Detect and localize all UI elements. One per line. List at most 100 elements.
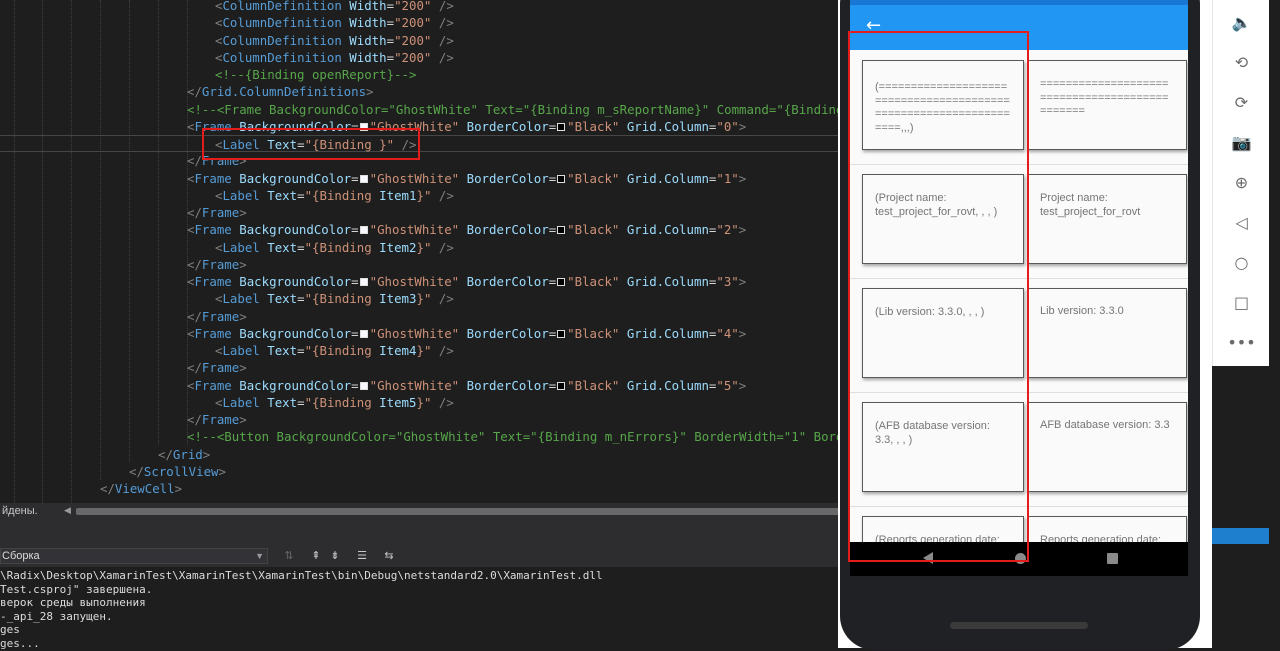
- code-line[interactable]: </Grid.ColumnDefinitions>: [0, 83, 374, 100]
- code-token: "{Binding: [304, 343, 380, 358]
- code-line[interactable]: <ColumnDefinition Width="200" />: [0, 14, 454, 31]
- word-wrap-icon[interactable]: ⇆: [382, 549, 396, 563]
- code-token: ColumnDefinition: [222, 15, 342, 31]
- prev-message-icon[interactable]: ⇞: [309, 549, 323, 563]
- code-line[interactable]: <ColumnDefinition Width="200" />: [0, 49, 454, 66]
- emulator-toolbar: 🔈 ⟲ ⟳ 📷 ⊕ ◁ ○ □ •••: [1212, 0, 1269, 366]
- horizontal-scrollbar[interactable]: [76, 508, 840, 515]
- code-token: />: [438, 32, 454, 48]
- code-line[interactable]: <Label Text="{Binding }" />: [0, 135, 840, 152]
- code-token: Frame: [201, 205, 240, 220]
- code-token: Label: [222, 343, 260, 358]
- code-token: >: [738, 170, 747, 186]
- report-cell[interactable]: AFB database version: 3.3: [1027, 402, 1187, 492]
- code-line[interactable]: <!--<Frame BackgroundColor="GhostWhite" …: [0, 101, 840, 118]
- code-token: >: [239, 256, 247, 272]
- code-token: Label: [222, 394, 260, 410]
- output-source-select[interactable]: Сборка ▼: [0, 548, 268, 564]
- code-token: Text: [267, 343, 298, 358]
- code-line[interactable]: <ColumnDefinition Width="200" />: [0, 32, 454, 49]
- code-line[interactable]: </Frame>: [0, 308, 247, 325]
- code-line[interactable]: <ColumnDefinition Width="200" />: [0, 0, 454, 14]
- scroll-left-icon[interactable]: ◀: [64, 505, 71, 516]
- code-token: Frame: [194, 377, 232, 393]
- code-line[interactable]: <Label Text="{Binding Item4}" />: [0, 342, 454, 359]
- report-cell[interactable]: Lib version: 3.3.0: [1027, 288, 1187, 378]
- code-token: "200": [394, 49, 432, 65]
- code-token: Width: [349, 32, 387, 48]
- code-line[interactable]: </Frame>: [0, 204, 247, 221]
- code-line[interactable]: <!--{Binding openReport}-->: [0, 66, 416, 83]
- code-token: }": [416, 343, 432, 358]
- code-token: "200": [394, 15, 432, 31]
- volume-icon[interactable]: 🔈: [1213, 8, 1270, 38]
- code-token: BorderColor: [466, 118, 549, 134]
- output-source-value: Сборка: [2, 550, 40, 562]
- report-cell[interactable]: ========================================…: [1027, 60, 1187, 150]
- code-line[interactable]: <Frame BackgroundColor= "GhostWhite" Bord…: [0, 221, 746, 238]
- code-token: Label: [222, 239, 260, 255]
- code-line[interactable]: </Frame>: [0, 359, 247, 376]
- overview-icon[interactable]: □: [1213, 288, 1270, 318]
- code-token: "3": [716, 274, 739, 289]
- output-line: верок среды выполнения: [0, 596, 146, 610]
- output-line: ges: [0, 623, 20, 637]
- code-line[interactable]: <Frame BackgroundColor= "GhostWhite" Bord…: [0, 377, 746, 394]
- code-line[interactable]: <Frame BackgroundColor= "GhostWhite" Bord…: [0, 325, 746, 342]
- code-line[interactable]: <!--<Button BackgroundColor="GhostWhite"…: [0, 428, 840, 445]
- code-token: <!--{Binding openReport}-->: [215, 67, 417, 82]
- code-token: BorderColor: [466, 274, 549, 289]
- code-token: Item3: [379, 291, 417, 307]
- output-line: ges...: [0, 637, 40, 650]
- code-line[interactable]: <Label Text="{Binding Item2}" />: [0, 239, 454, 256]
- code-token: "Black": [567, 377, 620, 393]
- code-line[interactable]: <Label Text="{Binding Item5}" />: [0, 394, 454, 411]
- code-token: }": [416, 187, 432, 203]
- code-token: >: [239, 360, 247, 376]
- clear-all-icon[interactable]: ☰: [355, 549, 369, 563]
- ide-background: [1269, 0, 1280, 648]
- code-line[interactable]: </Grid>: [0, 446, 210, 463]
- code-token: Frame: [201, 360, 240, 376]
- more-icon[interactable]: •••: [1213, 328, 1270, 358]
- color-swatch-icon: [557, 226, 566, 235]
- code-line[interactable]: <Label Text="{Binding Item3}" />: [0, 290, 454, 307]
- phone-status-bar: [850, 0, 1188, 5]
- code-editor[interactable]: <ColumnDefinition Width="200" /> <ColumnD…: [0, 0, 840, 503]
- rotate-left-icon[interactable]: ⟲: [1213, 48, 1270, 78]
- zoom-icon[interactable]: ⊕: [1213, 168, 1270, 198]
- report-cell[interactable]: Project name: test_project_for_rovt: [1027, 174, 1187, 264]
- code-line[interactable]: </ViewCell>: [0, 480, 182, 497]
- report-cell-text: ========================================…: [1040, 78, 1169, 117]
- home-icon[interactable]: ○: [1213, 248, 1270, 278]
- next-message-icon[interactable]: ⇟: [328, 549, 342, 563]
- code-line[interactable]: <Frame BackgroundColor= "GhostWhite" Bord…: [0, 273, 746, 290]
- back-icon[interactable]: ◁: [1213, 208, 1270, 238]
- code-line[interactable]: </ScrollView>: [0, 463, 226, 480]
- nav-recent-icon[interactable]: [1107, 553, 1118, 564]
- code-token: ColumnDefinition: [222, 49, 342, 65]
- code-token: }": [416, 291, 432, 307]
- code-line[interactable]: <Label Text="{Binding Item1}" />: [0, 187, 454, 204]
- find-message-icon[interactable]: ⇅: [282, 549, 296, 563]
- code-line[interactable]: </Frame>: [0, 411, 247, 428]
- code-token: BackgroundColor: [239, 170, 352, 186]
- code-token: Text: [267, 187, 298, 203]
- code-line[interactable]: <Frame BackgroundColor= "GhostWhite" Bord…: [0, 170, 746, 187]
- code-token: </: [187, 153, 202, 169]
- code-token: Text: [267, 291, 298, 307]
- camera-icon[interactable]: 📷: [1213, 128, 1270, 158]
- report-cell-text: Project name: test_project_for_rovt: [1040, 192, 1141, 218]
- code-token: Grid.Column: [626, 274, 709, 289]
- editor-status-bar: йдены. ◀: [0, 503, 840, 520]
- code-token: </: [100, 481, 115, 496]
- output-line: -_api_28 запущен.: [0, 609, 113, 623]
- code-line[interactable]: </Frame>: [0, 256, 247, 273]
- rotate-right-icon[interactable]: ⟳: [1213, 88, 1270, 118]
